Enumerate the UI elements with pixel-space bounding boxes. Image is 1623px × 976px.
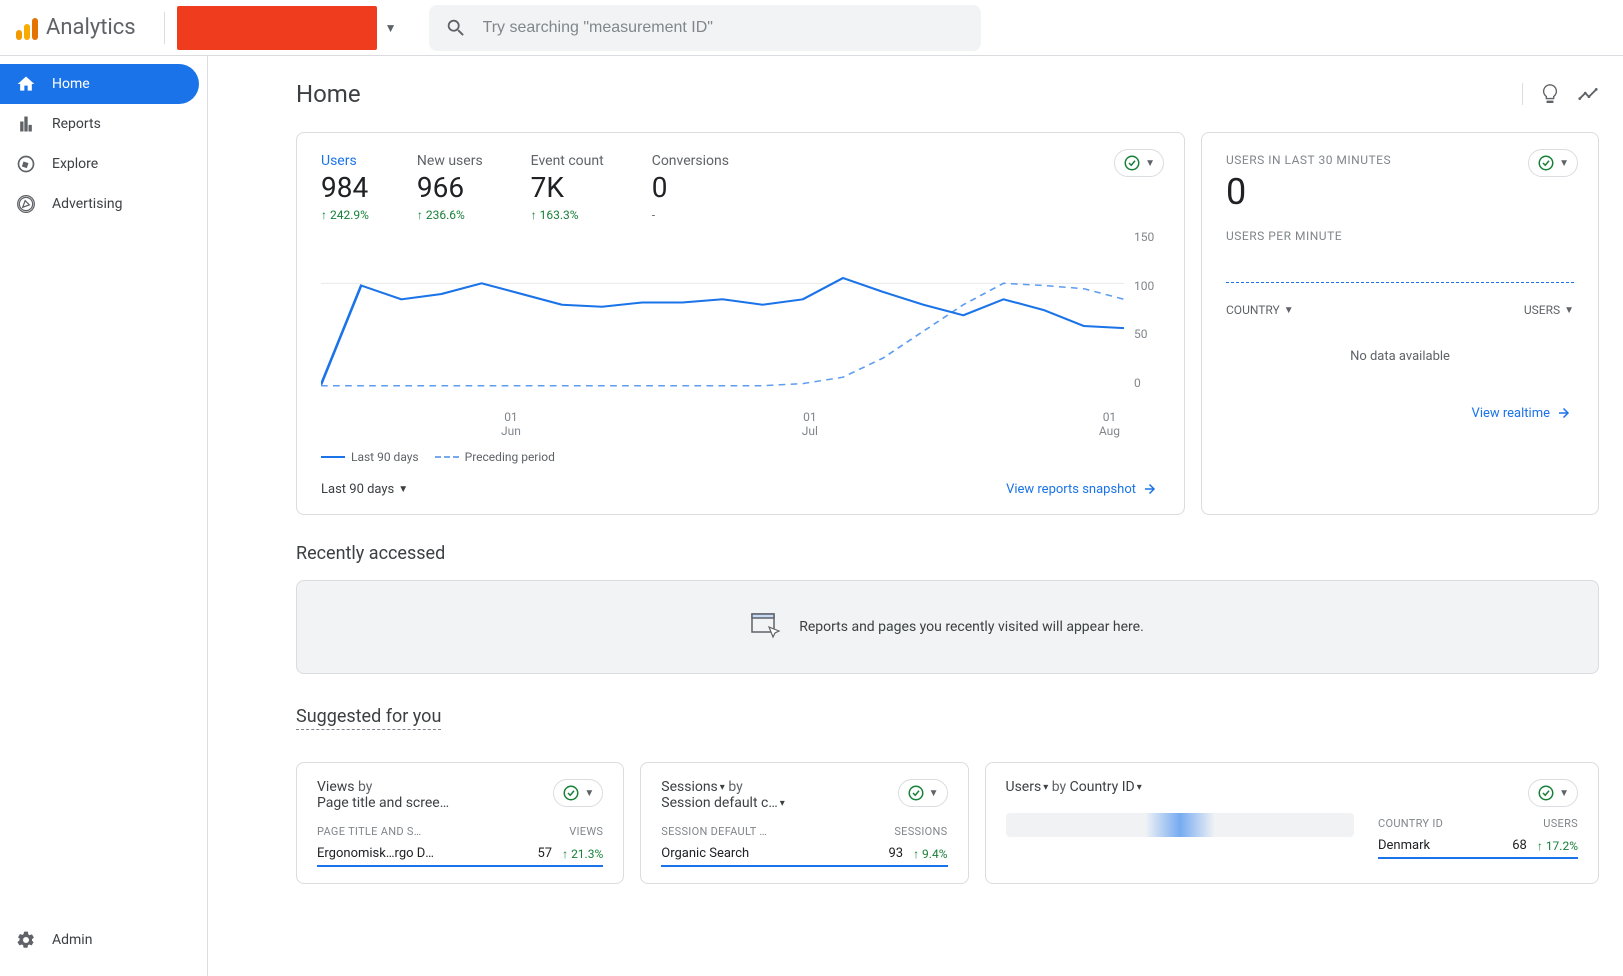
verify-chip[interactable]: ▼	[898, 779, 948, 807]
x-tick: 01Jun	[501, 410, 521, 438]
page-title: Home	[296, 80, 361, 108]
metric-tab-conversions[interactable]: Conversions 0 -	[652, 153, 777, 222]
card-title: Sessions ▾ by Session default c… ▾	[661, 779, 821, 811]
verify-chip[interactable]: ▼	[553, 779, 603, 807]
summary-chart: 150 100 50 0	[321, 230, 1160, 410]
verify-chip[interactable]: ▼	[1528, 779, 1578, 807]
map-placeholder	[1006, 803, 1355, 837]
verify-chip[interactable]: ▼	[1528, 149, 1578, 177]
sidebar-item-admin[interactable]: Admin	[0, 920, 108, 960]
sidebar-item-label: Advertising	[52, 196, 122, 212]
recent-empty-text: Reports and pages you recently visited w…	[799, 619, 1144, 635]
view-reports-link[interactable]: View reports snapshot	[1006, 480, 1160, 498]
users-column[interactable]: USERS ▼	[1524, 303, 1574, 317]
divider	[164, 12, 165, 44]
table-row[interactable]: Denmark 68↑ 17.2%	[1378, 830, 1578, 859]
gear-icon	[16, 930, 36, 950]
chevron-down-icon: ▼	[1145, 158, 1155, 169]
table-row[interactable]: Ergonomisk…rgo Design 57↑ 21.3%	[317, 838, 603, 867]
col-label: PAGE TITLE AND S…	[317, 825, 421, 838]
sidebar-item-explore[interactable]: Explore	[0, 144, 199, 184]
check-circle-icon	[1537, 154, 1555, 172]
sidebar-item-label: Explore	[52, 156, 98, 172]
analytics-logo-icon	[16, 16, 38, 40]
section-suggested-title: Suggested for you	[296, 706, 441, 730]
insights-icon[interactable]	[1577, 83, 1599, 105]
card-title: Users ▾ by Country ID ▾	[1006, 779, 1579, 795]
search-bar[interactable]	[429, 5, 981, 51]
verify-chip[interactable]: ▼	[1114, 149, 1164, 177]
x-tick: 01Aug	[1099, 410, 1120, 438]
metric-tab-newusers[interactable]: New users 966 ↑ 236.6%	[417, 153, 531, 222]
explore-icon	[16, 154, 36, 174]
sidebar-item-label: Admin	[52, 932, 92, 948]
no-data-text: No data available	[1226, 349, 1574, 364]
check-circle-icon	[1537, 784, 1555, 802]
col-label: SESSION DEFAULT …	[661, 825, 767, 838]
reports-icon	[16, 114, 36, 134]
top-bar: Analytics ▼	[0, 0, 1623, 56]
users-per-minute-chart	[1226, 251, 1574, 283]
suggested-card-sessions: ▼ Sessions ▾ by Session default c… ▾ SES…	[640, 762, 968, 884]
rt-users-value: 0	[1226, 171, 1574, 213]
check-circle-icon	[1123, 154, 1141, 172]
legend-current: Last 90 days	[321, 450, 419, 464]
col-label: COUNTRY ID	[1378, 817, 1443, 830]
search-icon	[445, 17, 467, 39]
sidebar-item-label: Reports	[52, 116, 101, 132]
recent-empty-box: Reports and pages you recently visited w…	[296, 580, 1599, 674]
advertising-icon	[16, 194, 36, 214]
x-tick: 01Jul	[802, 410, 818, 438]
date-range-selector[interactable]: Last 90 days▼	[321, 482, 408, 497]
search-input[interactable]	[483, 19, 965, 37]
chevron-down-icon: ▼	[1559, 158, 1569, 169]
check-circle-icon	[562, 784, 580, 802]
col-label: VIEWS	[569, 825, 603, 838]
metric-tab-eventcount[interactable]: Event count 7K ↑ 163.3%	[531, 153, 652, 222]
account-selector-redacted[interactable]	[177, 6, 377, 50]
check-circle-icon	[907, 784, 925, 802]
sidebar-item-advertising[interactable]: Advertising	[0, 184, 199, 224]
country-column[interactable]: COUNTRY ▼	[1226, 303, 1294, 317]
arrow-right-icon	[1556, 404, 1574, 422]
view-realtime-link[interactable]: View realtime	[1472, 404, 1574, 422]
logo-block[interactable]: Analytics	[16, 15, 152, 40]
main-content: Home ▼ Users 984 ↑ 242.9%	[208, 56, 1623, 976]
col-label: SESSIONS	[894, 825, 947, 838]
home-icon	[16, 74, 36, 94]
sidebar-item-reports[interactable]: Reports	[0, 104, 199, 144]
suggested-card-views: ▼ Views by Page title and scree… PAGE TI…	[296, 762, 624, 884]
arrow-right-icon	[1142, 480, 1160, 498]
product-name: Analytics	[46, 15, 136, 40]
lightbulb-icon[interactable]	[1539, 83, 1561, 105]
rt-users-label: USERS IN LAST 30 MINUTES	[1226, 153, 1574, 167]
card-title: Views by Page title and scree…	[317, 779, 477, 811]
realtime-card: ▼ USERS IN LAST 30 MINUTES 0 USERS PER M…	[1201, 132, 1599, 515]
rt-upm-label: USERS PER MINUTE	[1226, 229, 1574, 243]
legend-prev: Preceding period	[435, 450, 555, 464]
sidebar-item-home[interactable]: Home	[0, 64, 199, 104]
table-row[interactable]: Organic Search 93↑ 9.4%	[661, 838, 947, 867]
summary-card: ▼ Users 984 ↑ 242.9% New users 966 ↑ 236…	[296, 132, 1185, 515]
section-recent-title: Recently accessed	[296, 543, 1599, 564]
metric-tab-users[interactable]: Users 984 ↑ 242.9%	[321, 153, 417, 222]
sidebar-item-label: Home	[52, 76, 90, 92]
account-caret-icon[interactable]: ▼	[377, 21, 405, 35]
col-label: USERS	[1543, 817, 1578, 830]
cursor-frame-icon	[751, 613, 783, 641]
suggested-card-country: ▼ Users ▾ by Country ID ▾ COUNTRY ID USE…	[985, 762, 1600, 884]
sidebar: Home Reports Explore Advertising Admin	[0, 56, 208, 976]
